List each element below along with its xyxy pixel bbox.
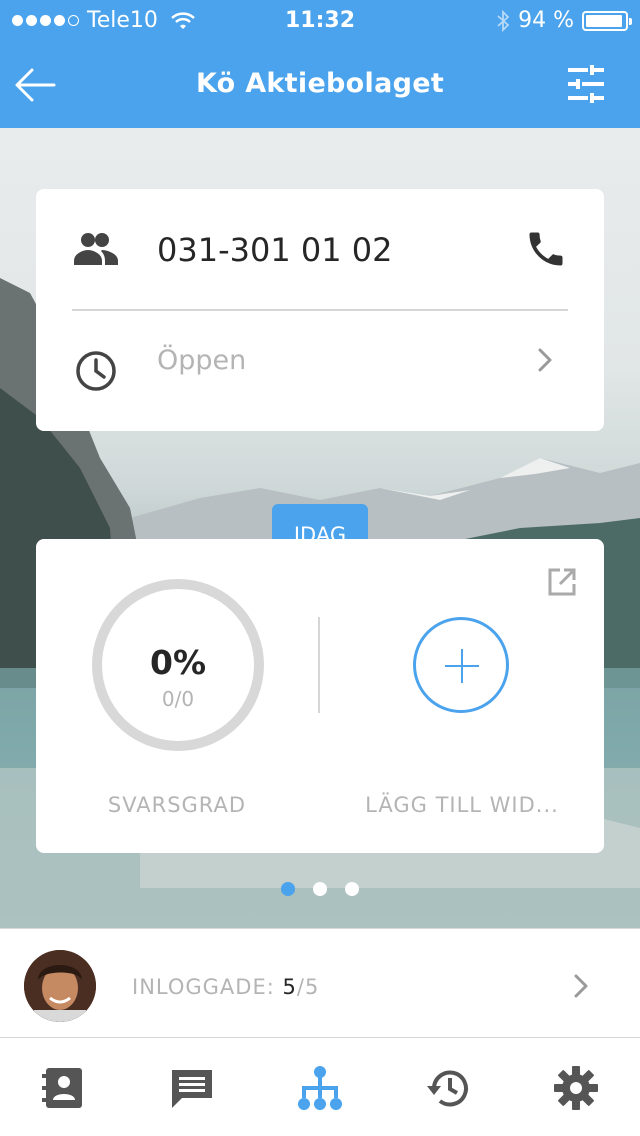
nav-bar: Kö Aktiebolaget — [0, 40, 640, 128]
logged-in-label: INLOGGADE: 5/5 — [132, 975, 319, 999]
phone-icon[interactable] — [524, 227, 568, 271]
page-dot[interactable] — [345, 882, 359, 896]
answer-rate-ratio: 0/0 — [161, 687, 195, 711]
page-title: Kö Aktiebolaget — [195, 68, 445, 99]
logged-in-current: 5 — [282, 975, 297, 999]
open-external-icon[interactable] — [547, 567, 577, 597]
gear-icon[interactable] — [552, 1064, 600, 1112]
add-widget-label[interactable]: LÄGG TILL WID... — [352, 793, 572, 817]
logged-in-row[interactable]: INLOGGADE: 5/5 — [0, 928, 640, 1038]
stats-separator — [318, 617, 320, 713]
answer-rate-label: SVARSGRAD — [107, 793, 247, 817]
battery-icon — [582, 10, 632, 31]
phone-row[interactable]: 031-301 01 02 — [36, 189, 604, 309]
history-icon[interactable] — [424, 1064, 472, 1112]
opening-hours-row[interactable]: Öppen — [36, 311, 604, 431]
sliders-icon[interactable] — [566, 64, 606, 104]
page-indicator[interactable] — [0, 882, 640, 896]
chevron-right-icon[interactable] — [532, 347, 558, 373]
tab-bar — [0, 1038, 640, 1136]
answer-rate-ring: 0% 0/0 — [92, 579, 264, 751]
battery-fill — [586, 14, 622, 27]
avatar — [24, 950, 96, 1022]
app-header: Tele10 11:32 94 % Kö Aktiebolaget — [0, 0, 640, 128]
chat-icon[interactable] — [168, 1064, 216, 1112]
logged-in-title: INLOGGADE: — [132, 975, 275, 999]
answer-rate-percent: 0% — [149, 643, 207, 682]
org-chart-icon[interactable] — [296, 1064, 344, 1112]
page-dot[interactable] — [313, 882, 327, 896]
queue-phone-number: 031-301 01 02 — [157, 231, 393, 269]
contacts-icon[interactable] — [40, 1064, 88, 1112]
battery-percent: 94 % — [518, 8, 574, 33]
chevron-right-icon[interactable] — [568, 973, 594, 999]
page-dot[interactable] — [281, 882, 295, 896]
opening-status-label: Öppen — [157, 345, 247, 376]
logged-in-total: /5 — [296, 975, 320, 999]
queue-info-card: 031-301 01 02 Öppen — [36, 189, 604, 431]
add-widget-button[interactable] — [413, 617, 509, 713]
bluetooth-icon — [497, 9, 510, 32]
status-right: 94 % — [496, 8, 632, 33]
people-icon — [74, 233, 118, 265]
status-bar: Tele10 11:32 94 % — [0, 0, 640, 40]
stats-card: 0% 0/0 SVARSGRAD LÄGG TILL WID... — [36, 539, 604, 853]
clock-icon — [76, 351, 116, 391]
